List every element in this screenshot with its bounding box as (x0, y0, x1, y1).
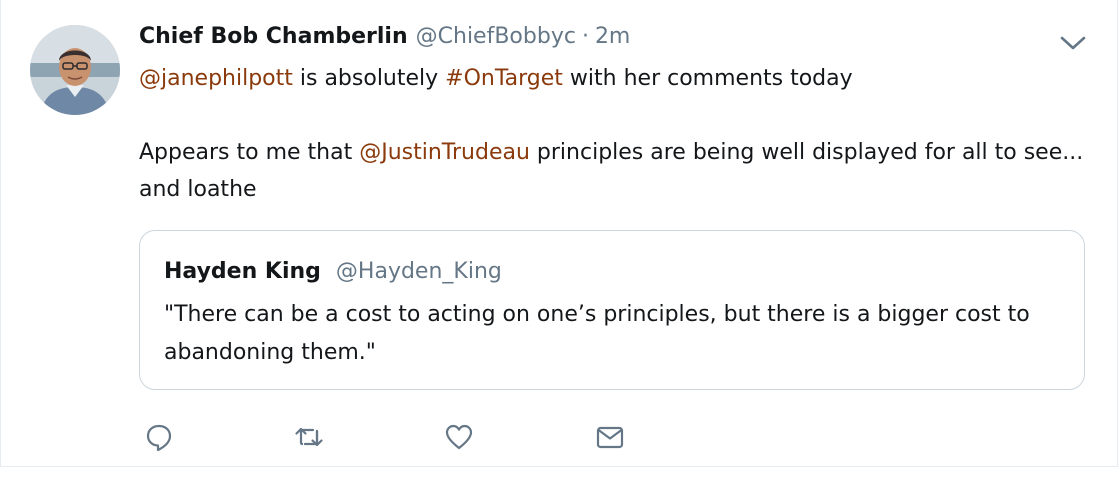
separator-dot: · (581, 24, 589, 49)
user-handle[interactable]: @ChiefBobbyc (416, 24, 576, 49)
tweet-paragraph-2: Appears to me that @JustinTrudeau princi… (139, 134, 1089, 208)
tweet-text-fragment: is absolutely (292, 66, 446, 91)
mention-link[interactable]: @janephilpott (139, 66, 293, 91)
tweet-text: @janephilpott is absolutely #OnTarget wi… (139, 60, 1089, 208)
retweet-icon[interactable] (291, 420, 327, 454)
tweet-paragraph-1: @janephilpott is absolutely #OnTarget wi… (139, 60, 1089, 97)
reply-icon[interactable] (141, 420, 177, 454)
avatar[interactable] (30, 25, 120, 115)
chevron-down-icon[interactable] (1059, 32, 1087, 54)
avatar-image (30, 25, 120, 115)
tweet-header: Chief Bob Chamberlin @ChiefBobbyc · 2m (139, 24, 630, 56)
tweet-text-fragment: with her comments today (562, 66, 853, 91)
hashtag-link[interactable]: #OnTarget (445, 66, 563, 91)
quoted-user-handle: @Hayden_King (335, 259, 502, 284)
tweet-actions (1, 420, 1117, 454)
timestamp[interactable]: 2m (595, 24, 630, 49)
envelope-icon[interactable] (592, 420, 628, 454)
quoted-tweet[interactable]: Hayden King @Hayden_King "There can be a… (139, 230, 1085, 390)
quoted-display-name: Hayden King (164, 259, 321, 284)
heart-icon[interactable] (441, 420, 477, 454)
tweet-card[interactable]: Chief Bob Chamberlin @ChiefBobbyc · 2m @… (0, 0, 1118, 467)
mention-link[interactable]: @JustinTrudeau (359, 140, 530, 165)
tweet-text-fragment: Appears to me that (139, 140, 360, 165)
display-name[interactable]: Chief Bob Chamberlin (139, 24, 408, 49)
quoted-tweet-header: Hayden King @Hayden_King (164, 259, 502, 284)
quoted-tweet-text: "There can be a cost to acting on one’s … (164, 302, 1030, 365)
